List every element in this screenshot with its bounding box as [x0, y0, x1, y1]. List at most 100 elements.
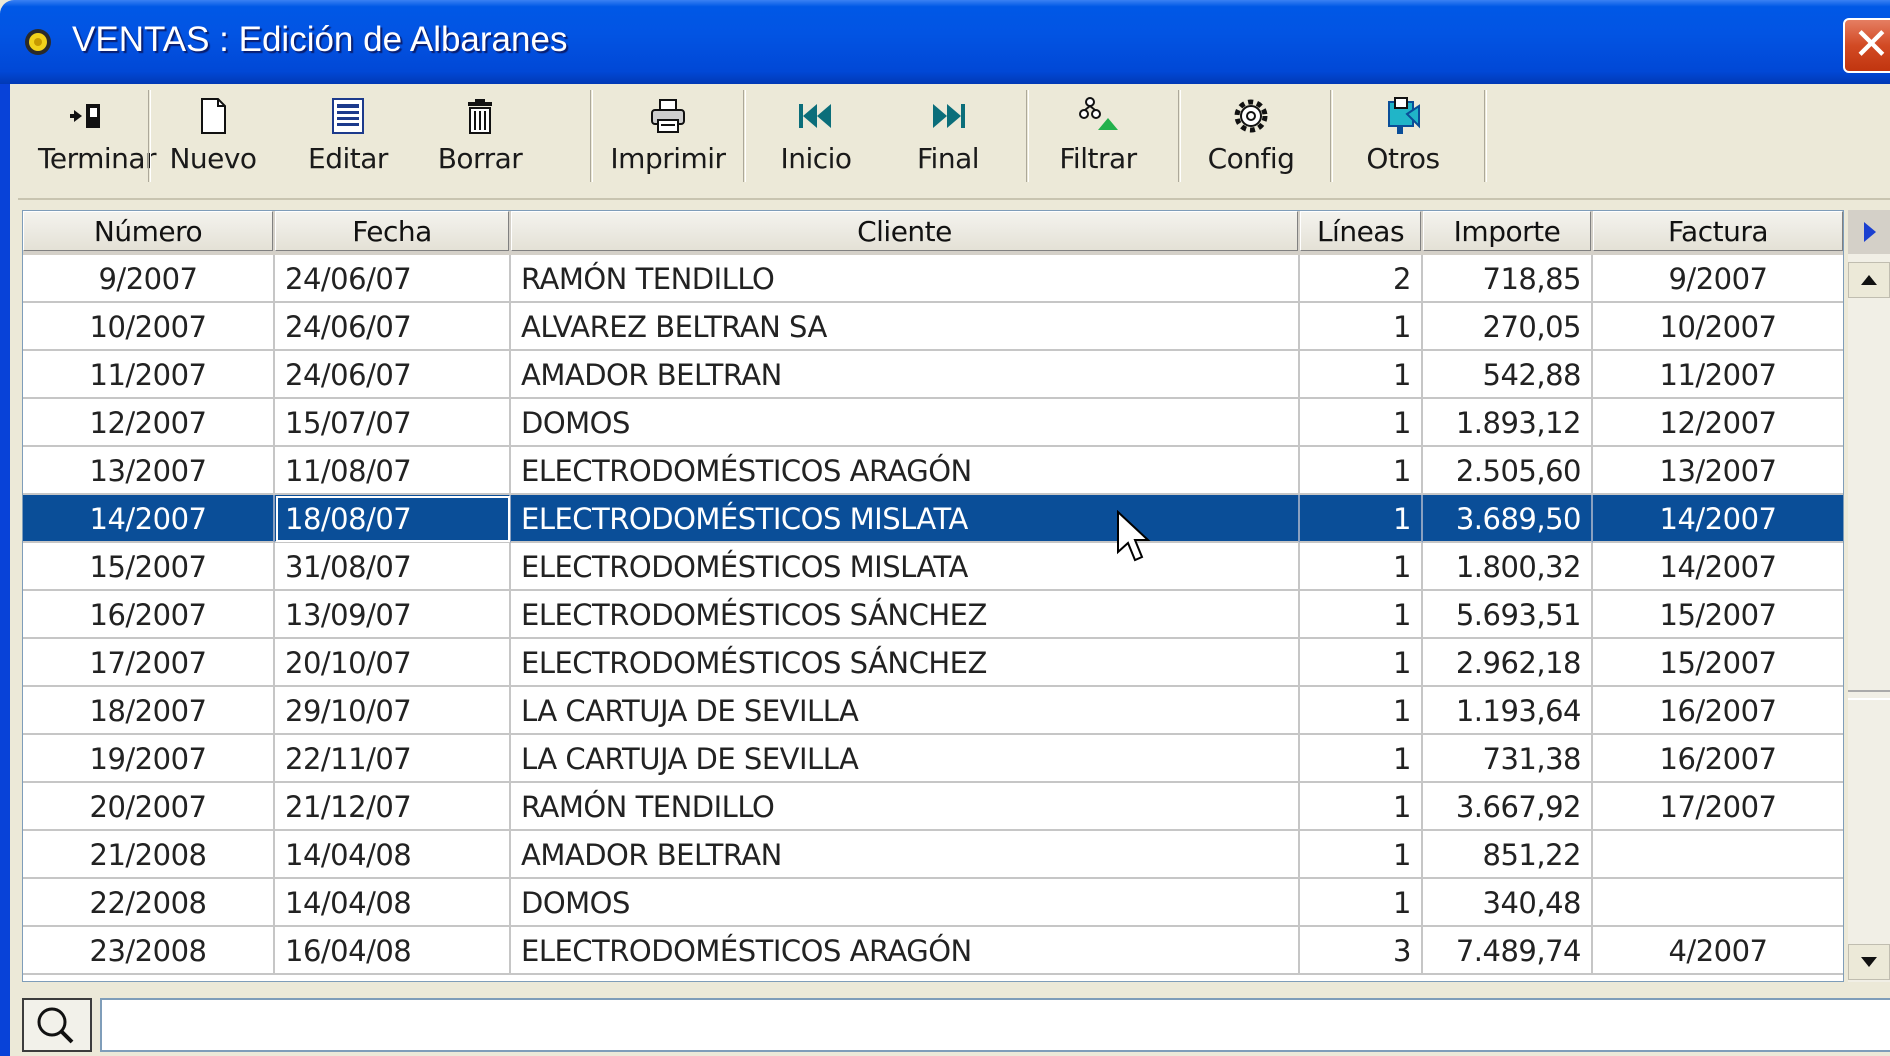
cell-cliente[interactable]: RAMÓN TENDILLO [511, 255, 1300, 303]
table-row[interactable]: 11/2007 24/06/07 AMADOR BELTRAN 1 542,88 11/2… [23, 351, 1843, 399]
filtrar-button[interactable]: Filtrar [1048, 88, 1148, 188]
cell-lineas[interactable]: 1 [1300, 879, 1423, 927]
cell-factura[interactable]: 12/2007 [1593, 399, 1843, 447]
cell-factura[interactable]: 16/2007 [1593, 735, 1843, 783]
cell-importe[interactable]: 270,05 [1423, 303, 1593, 351]
cell-lineas[interactable]: 1 [1300, 735, 1423, 783]
final-button[interactable]: Final [898, 88, 998, 188]
cell-importe[interactable]: 5.693,51 [1423, 591, 1593, 639]
table-row[interactable]: 10/2007 24/06/07 ALVAREZ BELTRAN SA 1 270,05… [23, 303, 1843, 351]
table-row[interactable]: 16/2007 13/09/07 ELECTRODOMÉSTICOS SÁNCHEZ… [23, 591, 1843, 639]
cell-importe[interactable]: 1.893,12 [1423, 399, 1593, 447]
cell-numero[interactable]: 13/2007 [23, 447, 275, 495]
otros-button[interactable]: Otros [1353, 88, 1453, 188]
table-row[interactable]: 9/2007 24/06/07 RAMÓN TENDILLO 2 718,85 9/200… [23, 255, 1843, 303]
cell-lineas[interactable]: 1 [1300, 495, 1423, 543]
cell-fecha[interactable]: 24/06/07 [275, 255, 511, 303]
cell-lineas[interactable]: 1 [1300, 543, 1423, 591]
table-row[interactable]: 14/2007 18/08/07 ELECTRODOMÉSTICOS MISLATA… [23, 495, 1843, 543]
table-row[interactable]: 20/2007 21/12/07 RAMÓN TENDILLO 1 3.667,92 17… [23, 783, 1843, 831]
cell-fecha[interactable]: 15/07/07 [275, 399, 511, 447]
cell-numero[interactable]: 20/2007 [23, 783, 275, 831]
inicio-button[interactable]: Inicio [766, 88, 866, 188]
nuevo-button[interactable]: Nuevo [163, 88, 263, 188]
cell-fecha[interactable]: 13/09/07 [275, 591, 511, 639]
cell-factura[interactable]: 11/2007 [1593, 351, 1843, 399]
column-header-lineas[interactable]: Líneas [1300, 211, 1421, 251]
cell-importe[interactable]: 340,48 [1423, 879, 1593, 927]
cell-cliente[interactable]: DOMOS [511, 879, 1300, 927]
borrar-button[interactable]: Borrar [430, 88, 530, 188]
cell-lineas[interactable]: 1 [1300, 447, 1423, 495]
cell-factura[interactable]: 4/2007 [1593, 927, 1843, 975]
cell-numero[interactable]: 17/2007 [23, 639, 275, 687]
cell-fecha[interactable]: 14/04/08 [275, 879, 511, 927]
cell-factura[interactable] [1593, 831, 1843, 879]
cell-factura[interactable]: 16/2007 [1593, 687, 1843, 735]
scroll-down-button[interactable] [1848, 944, 1890, 980]
scroll-thumb[interactable] [1848, 690, 1890, 700]
cell-lineas[interactable]: 1 [1300, 399, 1423, 447]
cell-cliente[interactable]: ALVAREZ BELTRAN SA [511, 303, 1300, 351]
cell-factura[interactable]: 15/2007 [1593, 591, 1843, 639]
cell-fecha[interactable]: 29/10/07 [275, 687, 511, 735]
title-bar[interactable]: VENTAS : Edición de Albaranes ✕ [0, 0, 1890, 84]
cell-numero[interactable]: 11/2007 [23, 351, 275, 399]
cell-lineas[interactable]: 1 [1300, 687, 1423, 735]
cell-lineas[interactable]: 1 [1300, 783, 1423, 831]
table-row[interactable]: 19/2007 22/11/07 LA CARTUJA DE SEVILLA 1 731… [23, 735, 1843, 783]
cell-numero[interactable]: 9/2007 [23, 255, 275, 303]
cell-numero[interactable]: 18/2007 [23, 687, 275, 735]
table-row[interactable]: 15/2007 31/08/07 ELECTRODOMÉSTICOS MISLATA… [23, 543, 1843, 591]
cell-numero[interactable]: 15/2007 [23, 543, 275, 591]
cell-numero[interactable]: 14/2007 [23, 495, 275, 543]
cell-cliente[interactable]: RAMÓN TENDILLO [511, 783, 1300, 831]
cell-numero[interactable]: 22/2008 [23, 879, 275, 927]
config-button[interactable]: Config [1201, 88, 1301, 188]
cell-cliente[interactable]: AMADOR BELTRAN [511, 351, 1300, 399]
cell-numero[interactable]: 16/2007 [23, 591, 275, 639]
cell-lineas[interactable]: 1 [1300, 351, 1423, 399]
cell-factura[interactable]: 10/2007 [1593, 303, 1843, 351]
cell-numero[interactable]: 10/2007 [23, 303, 275, 351]
cell-importe[interactable]: 542,88 [1423, 351, 1593, 399]
cell-cliente[interactable]: ELECTRODOMÉSTICOS MISLATA [511, 495, 1300, 543]
cell-fecha[interactable]: 31/08/07 [275, 543, 511, 591]
cell-importe[interactable]: 3.689,50 [1423, 495, 1593, 543]
cell-factura[interactable]: 14/2007 [1593, 543, 1843, 591]
cell-cliente[interactable]: ELECTRODOMÉSTICOS MISLATA [511, 543, 1300, 591]
table-row[interactable]: 12/2007 15/07/07 DOMOS 1 1.893,12 12/2007 [23, 399, 1843, 447]
cell-lineas[interactable]: 1 [1300, 303, 1423, 351]
scroll-right-button[interactable] [1848, 210, 1890, 254]
albaranes-table[interactable]: Número Fecha Cliente Líneas Importe Fact… [22, 210, 1844, 982]
cell-lineas[interactable]: 1 [1300, 639, 1423, 687]
cell-lineas[interactable]: 3 [1300, 927, 1423, 975]
cell-fecha[interactable]: 21/12/07 [275, 783, 511, 831]
column-header-cliente[interactable]: Cliente [511, 211, 1298, 251]
cell-importe[interactable]: 7.489,74 [1423, 927, 1593, 975]
cell-lineas[interactable]: 1 [1300, 831, 1423, 879]
cell-factura[interactable]: 17/2007 [1593, 783, 1843, 831]
cell-lineas[interactable]: 2 [1300, 255, 1423, 303]
search-button[interactable] [22, 998, 92, 1052]
cell-cliente[interactable]: ELECTRODOMÉSTICOS SÁNCHEZ [511, 639, 1300, 687]
cell-fecha[interactable]: 22/11/07 [275, 735, 511, 783]
cell-cliente[interactable]: DOMOS [511, 399, 1300, 447]
table-row[interactable]: 13/2007 11/08/07 ELECTRODOMÉSTICOS ARAGÓN 1… [23, 447, 1843, 495]
cell-fecha[interactable]: 20/10/07 [275, 639, 511, 687]
cell-cliente[interactable]: LA CARTUJA DE SEVILLA [511, 687, 1300, 735]
cell-factura[interactable]: 13/2007 [1593, 447, 1843, 495]
cell-numero[interactable]: 23/2008 [23, 927, 275, 975]
cell-factura[interactable]: 14/2007 [1593, 495, 1843, 543]
table-row[interactable]: 18/2007 29/10/07 LA CARTUJA DE SEVILLA 1 1.1… [23, 687, 1843, 735]
imprimir-button[interactable]: Imprimir [608, 88, 728, 188]
cell-importe[interactable]: 2.962,18 [1423, 639, 1593, 687]
cell-importe[interactable]: 2.505,60 [1423, 447, 1593, 495]
cell-fecha[interactable]: 11/08/07 [275, 447, 511, 495]
editar-button[interactable]: Editar [298, 88, 398, 188]
cell-fecha[interactable]: 16/04/08 [275, 927, 511, 975]
cell-fecha[interactable]: 24/06/07 [275, 303, 511, 351]
cell-fecha[interactable]: 24/06/07 [275, 351, 511, 399]
vertical-scrollbar[interactable] [1848, 210, 1890, 982]
cell-numero[interactable]: 19/2007 [23, 735, 275, 783]
